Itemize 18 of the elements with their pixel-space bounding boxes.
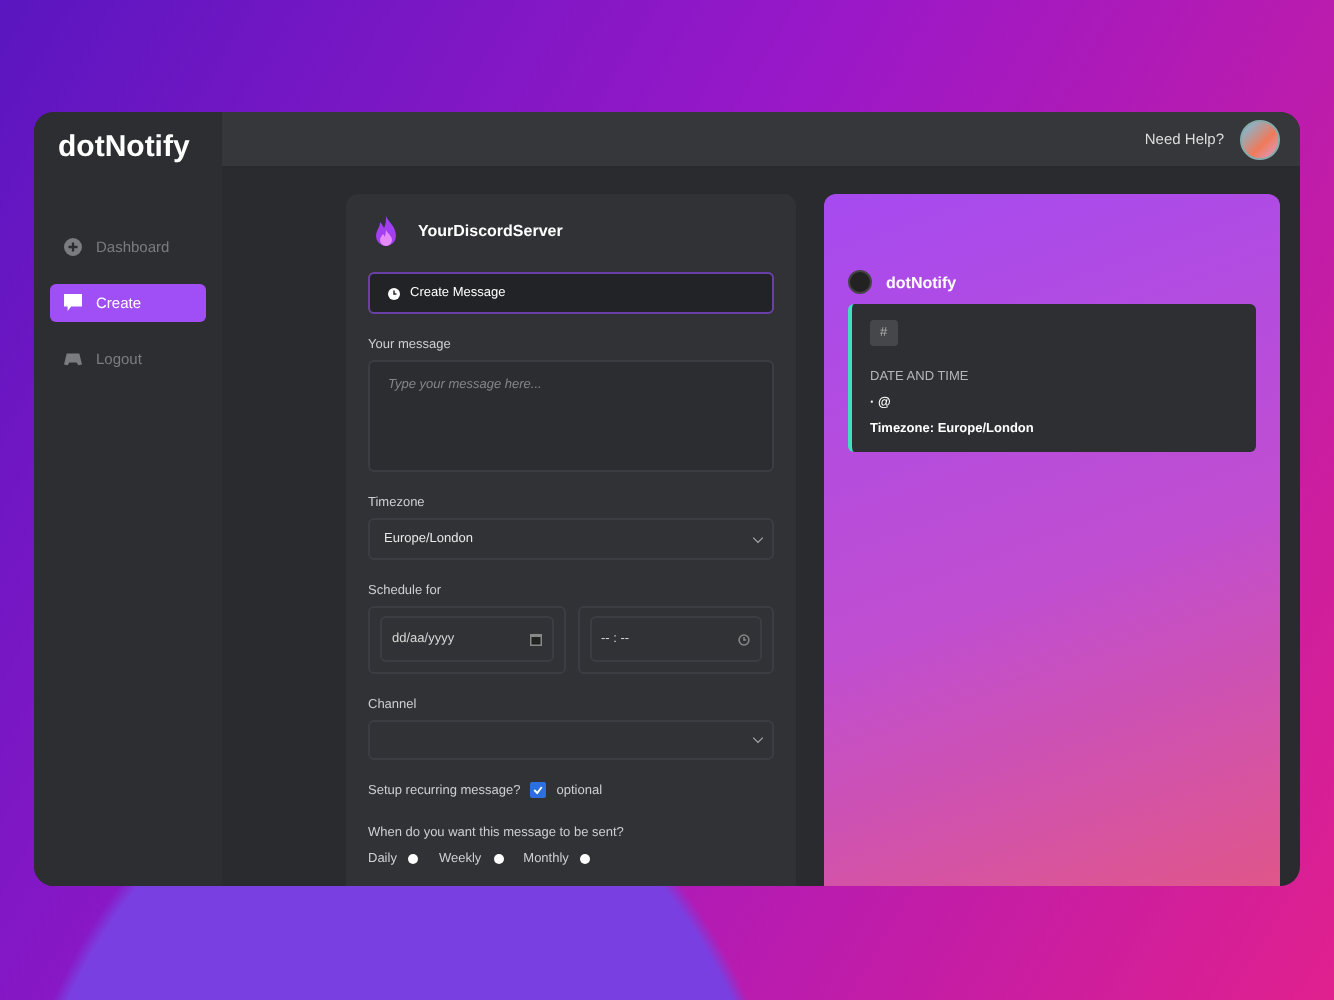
clock-icon [738,633,750,646]
flame-icon [374,215,398,248]
clock-icon [388,287,400,300]
radio-button[interactable] [408,854,419,865]
chat-bubble-icon [64,294,82,312]
bot-name: dotNotify [886,273,957,291]
plus-circle-icon [64,238,82,256]
bot-avatar [848,270,872,294]
chevron-down-icon [752,735,764,744]
calendar-icon [529,633,541,646]
radio-button[interactable] [493,854,504,865]
avatar[interactable] [1240,119,1280,159]
logo: dotNotify [56,128,192,166]
server-name: YourDiscordServer [418,222,563,241]
radio-button[interactable] [580,854,591,865]
gamepad-icon [64,350,82,368]
chevron-down-icon [752,535,764,543]
checkbox[interactable] [530,782,547,799]
